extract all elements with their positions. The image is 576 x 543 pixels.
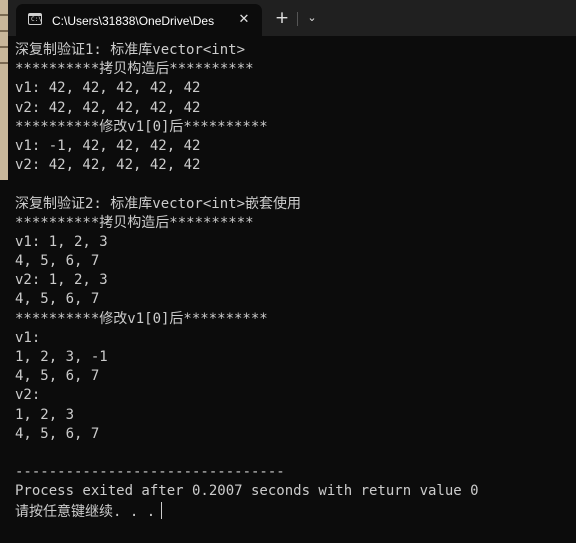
output-line: 深复制验证1: 标准库vector<int> xyxy=(15,42,246,58)
output-line: v2: xyxy=(15,387,41,404)
tab-title: C:\Users\31838\OneDrive\Des xyxy=(52,14,215,28)
output-line: **********修改v1[0]后********** xyxy=(15,310,268,327)
prompt-line: 请按任意键继续. . . xyxy=(15,501,567,521)
background-window-edge xyxy=(0,0,8,180)
output-line: 1, 2, 3 xyxy=(15,406,75,423)
process-exit-line: Process exited after 0.2007 seconds with… xyxy=(15,483,479,500)
output-line: **********拷贝构造后********** xyxy=(15,61,254,78)
tab-separator xyxy=(297,12,298,26)
output-line: 1, 2, 3, -1 xyxy=(15,349,108,365)
text-cursor xyxy=(161,501,163,519)
close-tab-icon[interactable]: ✕ xyxy=(234,10,254,30)
output-line: v2: 1, 2, 3 xyxy=(15,272,108,289)
output-line: v1: xyxy=(15,329,41,346)
output-line: 深复制验证2: 标准库vector<int>嵌套使用 xyxy=(15,195,302,212)
new-tab-button[interactable]: + xyxy=(270,6,294,30)
output-line: **********修改v1[0]后********** xyxy=(15,118,268,135)
prompt-text: 请按任意键继续. . . xyxy=(15,503,156,520)
output-line: 4, 5, 6, 7 xyxy=(15,368,100,385)
output-line: v1: -1, 42, 42, 42, 42 xyxy=(15,137,201,154)
chevron-down-icon[interactable]: ⌄ xyxy=(300,6,324,30)
tab-console[interactable]: C:\ C:\Users\31838\OneDrive\Des ✕ xyxy=(16,4,262,36)
terminal-window: C:\ C:\Users\31838\OneDrive\Des ✕ + ⌄ 深复… xyxy=(0,0,576,543)
output-line: v2: 42, 42, 42, 42, 42 xyxy=(15,157,201,174)
console-output[interactable]: 深复制验证1: 标准库vector<int> **********拷贝构造后**… xyxy=(15,41,567,539)
output-line: v1: 1, 2, 3 xyxy=(15,233,108,250)
output-line: v2: 42, 42, 42, 42, 42 xyxy=(15,99,201,116)
output-line: 4, 5, 6, 7 xyxy=(15,425,100,442)
scrollbar[interactable] xyxy=(570,36,574,543)
output-line: v1: 42, 42, 42, 42, 42 xyxy=(15,80,201,97)
output-line: **********拷贝构造后********** xyxy=(15,214,254,231)
output-line: 4, 5, 6, 7 xyxy=(15,291,100,308)
output-line: 4, 5, 6, 7 xyxy=(15,253,100,270)
title-bar: C:\ C:\Users\31838\OneDrive\Des ✕ + ⌄ xyxy=(8,0,576,36)
console-icon: C:\ xyxy=(28,13,42,25)
separator-line: -------------------------------- xyxy=(15,464,285,481)
